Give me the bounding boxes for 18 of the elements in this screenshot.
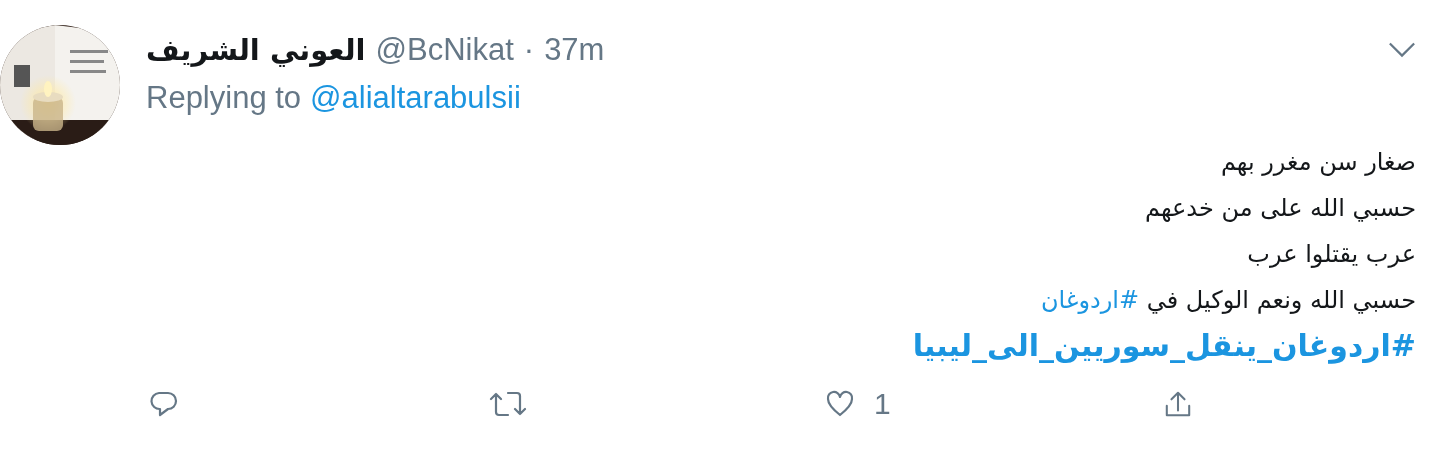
tweet-text-line: حسبي الله ونعم الوكيل في #اردوغان bbox=[1040, 285, 1416, 316]
separator: · bbox=[523, 32, 535, 68]
retweet-icon[interactable] bbox=[488, 390, 528, 418]
replying-to-label: Replying to bbox=[146, 80, 302, 116]
mention-link[interactable]: @alialtarabulsii bbox=[310, 80, 521, 116]
tweet-text-line: صغار سن مغرر بهم bbox=[1220, 147, 1416, 178]
reply-icon[interactable] bbox=[150, 390, 178, 418]
share-icon[interactable] bbox=[1164, 390, 1192, 418]
author-name[interactable]: العوني الشريف bbox=[146, 33, 366, 67]
hashtag-link[interactable]: #اردوغان bbox=[1040, 286, 1140, 314]
chevron-down-icon[interactable] bbox=[1388, 41, 1416, 59]
heart-icon[interactable] bbox=[826, 390, 854, 418]
timestamp[interactable]: 37m bbox=[544, 32, 605, 68]
like-count: 1 bbox=[874, 387, 891, 421]
tweet-text-line: حسبي الله على من خدعهم bbox=[1145, 193, 1416, 224]
author-handle[interactable]: @BcNikat bbox=[375, 32, 514, 68]
tweet-text-line: عرب يقتلوا عرب bbox=[1247, 239, 1416, 270]
hashtag-link[interactable]: #اردوغان_ينقل_سوريين_الى_ليبيا bbox=[912, 328, 1416, 363]
